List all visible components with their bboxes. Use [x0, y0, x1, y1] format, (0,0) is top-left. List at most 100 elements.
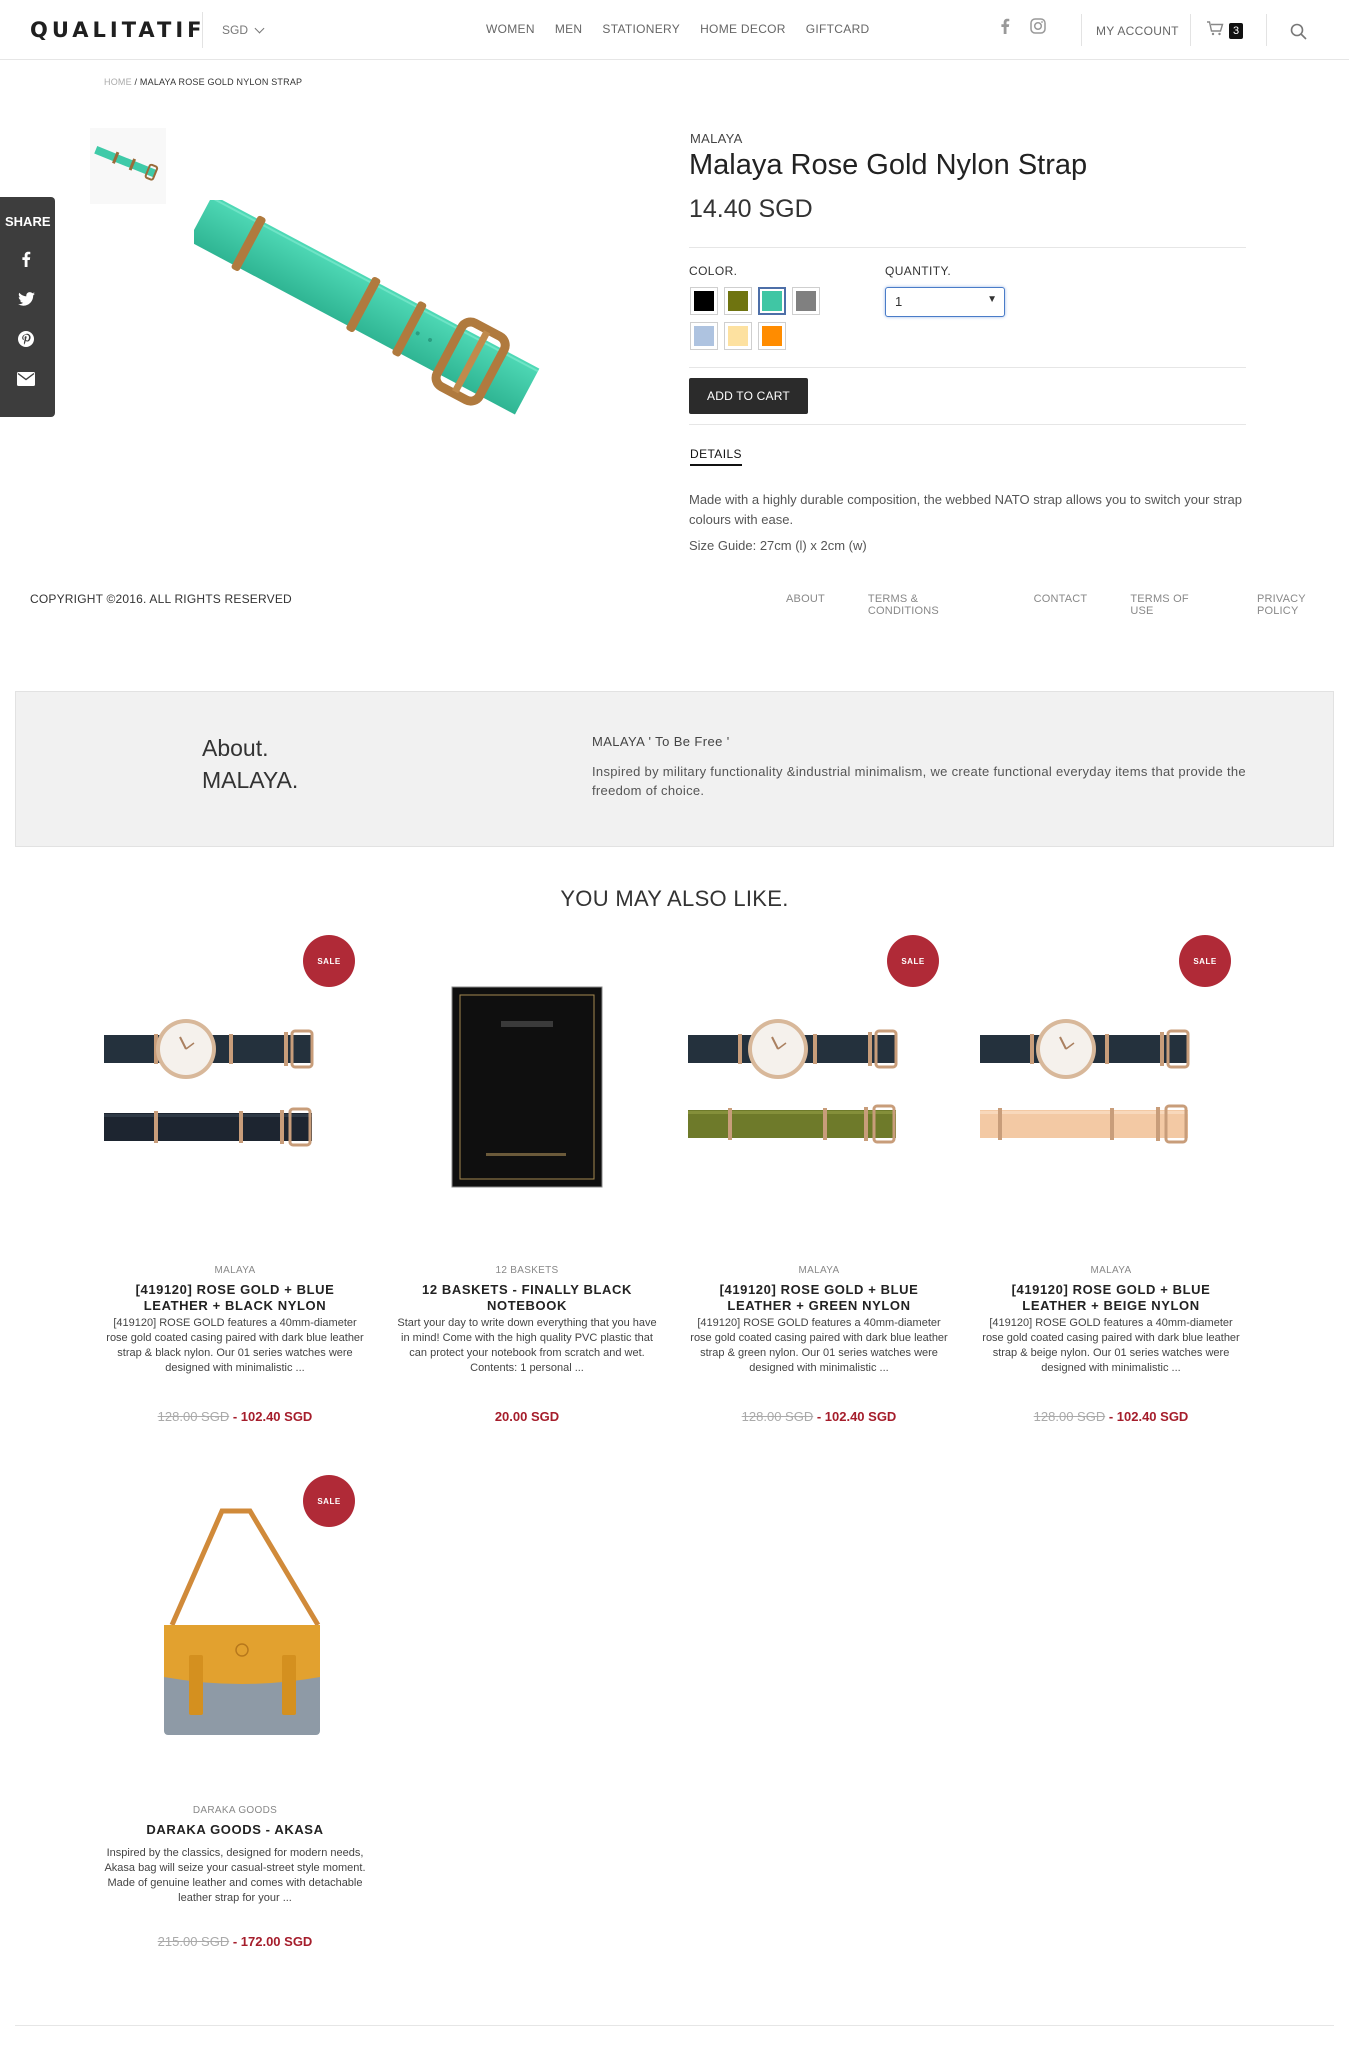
footer-link-terms-conditions[interactable]: TERMS & CONDITIONS — [868, 593, 991, 617]
color-swatch-mint[interactable] — [758, 287, 786, 315]
divider — [15, 2025, 1334, 2026]
footer-link-about[interactable]: ABOUT — [786, 593, 825, 617]
breadcrumb-separator: / — [131, 77, 140, 87]
chevron-down-icon — [254, 23, 265, 33]
color-swatch-grey[interactable] — [792, 287, 820, 315]
cart-count-badge: 3 — [1229, 23, 1244, 39]
product-card-price: 128.00 SGD - 102.40 SGD — [688, 1409, 950, 1424]
sale-badge: SALE — [303, 935, 355, 987]
mail-icon[interactable] — [16, 369, 36, 389]
original-price: 128.00 SGD — [741, 1409, 814, 1424]
product-card-image[interactable] — [396, 935, 658, 1220]
about-text: Inspired by military functionality &indu… — [592, 764, 1246, 798]
product-card-vendor: MALAYA — [798, 1265, 840, 1276]
color-swatch-olive[interactable] — [724, 287, 752, 315]
product-card-description: [419120] ROSE GOLD features a 40mm-diame… — [106, 1317, 364, 1374]
breadcrumb-home[interactable]: HOME — [104, 77, 132, 87]
color-swatch-black[interactable] — [690, 287, 718, 315]
product-card[interactable]: SALE MALAYA [419120] ROSE GOLD + BLUE LE… — [980, 935, 1242, 1445]
product-card-description: [419120] ROSE GOLD features a 40mm-diame… — [690, 1317, 948, 1374]
color-swatch-beige[interactable] — [724, 322, 752, 350]
quantity-label: QUANTITY. — [885, 264, 952, 278]
strap-thumbnail-image — [94, 146, 159, 181]
product-card-title[interactable]: [419120] ROSE GOLD + BLUE LEATHER + BLAC… — [104, 1282, 366, 1314]
header-social — [1000, 18, 1046, 34]
product-card[interactable]: SALE DARAKA GOODS DARAKA GOODS - AKASA I… — [104, 1475, 366, 1985]
sale-price: - 102.40 SGD — [816, 1409, 897, 1424]
breadcrumb: HOME / MALAYA ROSE GOLD NYLON STRAP — [104, 77, 302, 87]
facebook-icon[interactable] — [16, 249, 36, 269]
tab-details[interactable]: DETAILS — [690, 447, 742, 466]
about-title-line2: MALAYA. — [202, 767, 299, 793]
footer-links: ABOUT TERMS & CONDITIONS CONTACT TERMS O… — [786, 593, 1349, 617]
nav-item-women[interactable]: WOMEN — [486, 22, 535, 36]
product-main-image[interactable] — [188, 194, 574, 440]
color-label: COLOR. — [689, 264, 738, 278]
sale-price: - 172.00 SGD — [232, 1934, 313, 1949]
product-card-price: 215.00 SGD - 172.00 SGD — [104, 1934, 366, 1949]
header-divider — [1081, 14, 1082, 46]
nav-item-men[interactable]: MEN — [555, 22, 583, 36]
product-card-description: [419120] ROSE GOLD features a 40mm-diame… — [982, 1317, 1240, 1374]
sale-badge: SALE — [1179, 935, 1231, 987]
add-to-cart-button[interactable]: ADD TO CART — [689, 378, 808, 414]
swatch-fill — [728, 326, 748, 346]
currency-selector[interactable]: SGD — [202, 12, 265, 48]
search-icon[interactable] — [1290, 23, 1307, 45]
price: 20.00 SGD — [494, 1409, 560, 1424]
my-account-link[interactable]: MY ACCOUNT — [1096, 24, 1179, 38]
product-card[interactable]: 12 BASKETS 12 BASKETS - FINALLY BLACK NO… — [396, 935, 658, 1445]
product-card[interactable]: SALE MALAYA [419120] ROSE GOLD + BLUE LE… — [688, 935, 950, 1445]
site-logo[interactable]: QUALITATIF — [30, 18, 206, 42]
original-price: 128.00 SGD — [1033, 1409, 1106, 1424]
divider — [689, 424, 1246, 425]
swatch-fill — [762, 326, 782, 346]
instagram-icon[interactable] — [1030, 18, 1046, 34]
product-card-description: Inspired by the classics, designed for m… — [104, 1847, 366, 1904]
product-card-price: 20.00 SGD — [396, 1409, 658, 1424]
product-card[interactable]: SALE MALAYA [419120] ROSE GOLD + BLUE LE… — [104, 935, 366, 1445]
divider — [689, 247, 1246, 248]
nav-item-stationery[interactable]: STATIONERY — [602, 22, 680, 36]
swatch-fill — [694, 291, 714, 311]
dropdown-arrow-icon: ▼ — [987, 294, 997, 305]
color-swatch-light-blue[interactable] — [690, 322, 718, 350]
original-price: 215.00 SGD — [157, 1934, 230, 1949]
product-description: Made with a highly durable composition, … — [689, 492, 1243, 527]
twitter-icon[interactable] — [16, 289, 36, 309]
about-title: About. MALAYA. — [202, 732, 298, 796]
product-card-title[interactable]: [419120] ROSE GOLD + BLUE LEATHER + GREE… — [688, 1282, 950, 1314]
currency-value: SGD — [222, 23, 249, 37]
product-card-title[interactable]: [419120] ROSE GOLD + BLUE LEATHER + BEIG… — [980, 1282, 1242, 1314]
about-tagline: MALAYA ' To Be Free ' — [592, 734, 730, 749]
pinterest-icon[interactable] — [16, 329, 36, 349]
breadcrumb-current: MALAYA ROSE GOLD NYLON STRAP — [139, 77, 303, 87]
footer-link-terms-of-use[interactable]: TERMS OF USE — [1130, 593, 1214, 617]
sale-price: - 102.40 SGD — [1108, 1409, 1189, 1424]
quantity-value: 1 — [895, 294, 903, 309]
sale-badge: SALE — [303, 1475, 355, 1527]
cart-button[interactable]: 3 — [1206, 21, 1244, 41]
product-card-vendor: 12 BASKETS — [495, 1265, 559, 1276]
product-card-price: 128.00 SGD - 102.40 SGD — [980, 1409, 1242, 1424]
divider — [689, 367, 1246, 368]
notebook-image — [451, 986, 603, 1188]
about-brand-panel: About. MALAYA. MALAYA ' To Be Free ' Ins… — [15, 691, 1334, 847]
copyright: COPYRIGHT ©2016. ALL RIGHTS RESERVED — [30, 592, 292, 606]
swatch-fill — [728, 291, 748, 311]
footer-link-contact[interactable]: CONTACT — [1034, 593, 1088, 617]
facebook-icon[interactable] — [1000, 18, 1010, 34]
nav-item-home-decor[interactable]: HOME DECOR — [700, 22, 786, 36]
product-card-title[interactable]: DARAKA GOODS - AKASA — [104, 1822, 366, 1838]
product-vendor[interactable]: MALAYA — [690, 131, 743, 146]
product-card-description: Start your day to write down everything … — [397, 1317, 657, 1374]
share-label: SHARE — [5, 214, 51, 229]
about-title-line1: About. — [202, 735, 269, 761]
product-card-vendor: MALAYA — [214, 1265, 256, 1276]
product-thumbnail[interactable] — [90, 128, 166, 204]
product-card-title[interactable]: 12 BASKETS - FINALLY BLACK NOTEBOOK — [396, 1282, 658, 1314]
footer-link-privacy-policy[interactable]: PRIVACY POLICY — [1257, 593, 1349, 617]
quantity-select[interactable]: 1 ▼ — [885, 287, 1005, 317]
color-swatch-orange[interactable] — [758, 322, 786, 350]
nav-item-giftcard[interactable]: GIFTCARD — [806, 22, 870, 36]
